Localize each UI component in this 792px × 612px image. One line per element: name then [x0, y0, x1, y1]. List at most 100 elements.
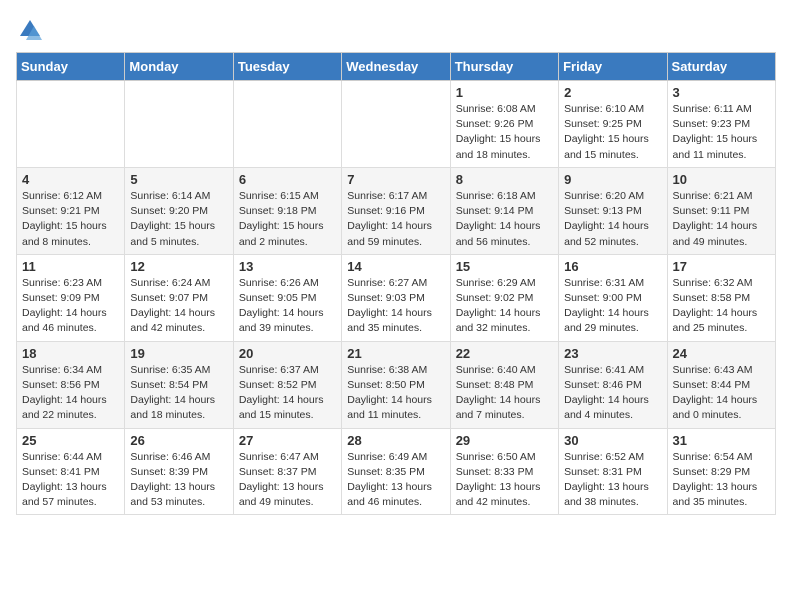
- day-number: 14: [347, 259, 444, 274]
- day-info: Sunrise: 6:17 AM Sunset: 9:16 PM Dayligh…: [347, 189, 444, 250]
- day-cell: 10 Sunrise: 6:21 AM Sunset: 9:11 PM Dayli…: [667, 167, 775, 254]
- day-info: Sunrise: 6:31 AM Sunset: 9:00 PM Dayligh…: [564, 276, 661, 337]
- day-number: 9: [564, 172, 661, 187]
- day-cell: 16 Sunrise: 6:31 AM Sunset: 9:00 PM Dayli…: [559, 254, 667, 341]
- day-number: 27: [239, 433, 336, 448]
- day-number: 2: [564, 85, 661, 100]
- day-number: 16: [564, 259, 661, 274]
- day-number: 7: [347, 172, 444, 187]
- day-cell: 29 Sunrise: 6:50 AM Sunset: 8:33 PM Dayli…: [450, 428, 558, 515]
- header-cell-monday: Monday: [125, 53, 233, 81]
- day-info: Sunrise: 6:49 AM Sunset: 8:35 PM Dayligh…: [347, 450, 444, 511]
- day-cell: 15 Sunrise: 6:29 AM Sunset: 9:02 PM Dayli…: [450, 254, 558, 341]
- week-row-2: 4 Sunrise: 6:12 AM Sunset: 9:21 PM Daylig…: [17, 167, 776, 254]
- day-info: Sunrise: 6:44 AM Sunset: 8:41 PM Dayligh…: [22, 450, 119, 511]
- day-cell: 25 Sunrise: 6:44 AM Sunset: 8:41 PM Dayli…: [17, 428, 125, 515]
- day-info: Sunrise: 6:14 AM Sunset: 9:20 PM Dayligh…: [130, 189, 227, 250]
- day-info: Sunrise: 6:15 AM Sunset: 9:18 PM Dayligh…: [239, 189, 336, 250]
- day-info: Sunrise: 6:08 AM Sunset: 9:26 PM Dayligh…: [456, 102, 553, 163]
- day-number: 18: [22, 346, 119, 361]
- day-info: Sunrise: 6:34 AM Sunset: 8:56 PM Dayligh…: [22, 363, 119, 424]
- day-cell: 26Sunrise: 6:46 AM Sunset: 8:39 PM Dayli…: [125, 428, 233, 515]
- day-info: Sunrise: 6:27 AM Sunset: 9:03 PM Dayligh…: [347, 276, 444, 337]
- week-row-5: 25 Sunrise: 6:44 AM Sunset: 8:41 PM Dayli…: [17, 428, 776, 515]
- day-cell: 23Sunrise: 6:41 AM Sunset: 8:46 PM Dayli…: [559, 341, 667, 428]
- calendar-header: SundayMondayTuesdayWednesdayThursdayFrid…: [17, 53, 776, 81]
- day-info: Sunrise: 6:40 AM Sunset: 8:48 PM Dayligh…: [456, 363, 553, 424]
- day-cell: [233, 81, 341, 168]
- day-number: 21: [347, 346, 444, 361]
- day-cell: 27 Sunrise: 6:47 AM Sunset: 8:37 PM Dayli…: [233, 428, 341, 515]
- day-cell: 28 Sunrise: 6:49 AM Sunset: 8:35 PM Dayli…: [342, 428, 450, 515]
- header-cell-sunday: Sunday: [17, 53, 125, 81]
- day-info: Sunrise: 6:54 AM Sunset: 8:29 PM Dayligh…: [673, 450, 770, 511]
- day-cell: 11Sunrise: 6:23 AM Sunset: 9:09 PM Dayli…: [17, 254, 125, 341]
- day-number: 22: [456, 346, 553, 361]
- day-cell: 31 Sunrise: 6:54 AM Sunset: 8:29 PM Dayli…: [667, 428, 775, 515]
- day-info: Sunrise: 6:35 AM Sunset: 8:54 PM Dayligh…: [130, 363, 227, 424]
- day-cell: 1 Sunrise: 6:08 AM Sunset: 9:26 PM Daylig…: [450, 81, 558, 168]
- day-number: 15: [456, 259, 553, 274]
- day-info: Sunrise: 6:50 AM Sunset: 8:33 PM Dayligh…: [456, 450, 553, 511]
- day-cell: 8 Sunrise: 6:18 AM Sunset: 9:14 PM Daylig…: [450, 167, 558, 254]
- day-number: 30: [564, 433, 661, 448]
- day-cell: 4 Sunrise: 6:12 AM Sunset: 9:21 PM Daylig…: [17, 167, 125, 254]
- day-info: Sunrise: 6:21 AM Sunset: 9:11 PM Dayligh…: [673, 189, 770, 250]
- day-cell: 12 Sunrise: 6:24 AM Sunset: 9:07 PM Dayli…: [125, 254, 233, 341]
- day-info: Sunrise: 6:37 AM Sunset: 8:52 PM Dayligh…: [239, 363, 336, 424]
- day-cell: 13Sunrise: 6:26 AM Sunset: 9:05 PM Dayli…: [233, 254, 341, 341]
- day-number: 8: [456, 172, 553, 187]
- logo: [16, 16, 48, 44]
- day-cell: [342, 81, 450, 168]
- day-info: Sunrise: 6:46 AM Sunset: 8:39 PM Dayligh…: [130, 450, 227, 511]
- day-number: 6: [239, 172, 336, 187]
- day-number: 29: [456, 433, 553, 448]
- day-info: Sunrise: 6:43 AM Sunset: 8:44 PM Dayligh…: [673, 363, 770, 424]
- day-number: 20: [239, 346, 336, 361]
- week-row-3: 11Sunrise: 6:23 AM Sunset: 9:09 PM Dayli…: [17, 254, 776, 341]
- day-cell: 17Sunrise: 6:32 AM Sunset: 8:58 PM Dayli…: [667, 254, 775, 341]
- header-cell-thursday: Thursday: [450, 53, 558, 81]
- day-number: 4: [22, 172, 119, 187]
- day-cell: 20 Sunrise: 6:37 AM Sunset: 8:52 PM Dayli…: [233, 341, 341, 428]
- day-info: Sunrise: 6:23 AM Sunset: 9:09 PM Dayligh…: [22, 276, 119, 337]
- header-row: SundayMondayTuesdayWednesdayThursdayFrid…: [17, 53, 776, 81]
- day-number: 19: [130, 346, 227, 361]
- week-row-1: 1 Sunrise: 6:08 AM Sunset: 9:26 PM Daylig…: [17, 81, 776, 168]
- day-cell: 9 Sunrise: 6:20 AM Sunset: 9:13 PM Daylig…: [559, 167, 667, 254]
- day-number: 13: [239, 259, 336, 274]
- day-cell: 7 Sunrise: 6:17 AM Sunset: 9:16 PM Daylig…: [342, 167, 450, 254]
- calendar-body: 1 Sunrise: 6:08 AM Sunset: 9:26 PM Daylig…: [17, 81, 776, 515]
- day-number: 31: [673, 433, 770, 448]
- day-info: Sunrise: 6:20 AM Sunset: 9:13 PM Dayligh…: [564, 189, 661, 250]
- header-cell-friday: Friday: [559, 53, 667, 81]
- day-cell: 5Sunrise: 6:14 AM Sunset: 9:20 PM Daylig…: [125, 167, 233, 254]
- day-info: Sunrise: 6:10 AM Sunset: 9:25 PM Dayligh…: [564, 102, 661, 163]
- day-cell: 24 Sunrise: 6:43 AM Sunset: 8:44 PM Dayli…: [667, 341, 775, 428]
- calendar-table: SundayMondayTuesdayWednesdayThursdayFrid…: [16, 52, 776, 515]
- day-info: Sunrise: 6:47 AM Sunset: 8:37 PM Dayligh…: [239, 450, 336, 511]
- header-cell-wednesday: Wednesday: [342, 53, 450, 81]
- header-cell-tuesday: Tuesday: [233, 53, 341, 81]
- day-number: 25: [22, 433, 119, 448]
- day-info: Sunrise: 6:12 AM Sunset: 9:21 PM Dayligh…: [22, 189, 119, 250]
- day-info: Sunrise: 6:29 AM Sunset: 9:02 PM Dayligh…: [456, 276, 553, 337]
- day-cell: 22 Sunrise: 6:40 AM Sunset: 8:48 PM Dayli…: [450, 341, 558, 428]
- day-info: Sunrise: 6:24 AM Sunset: 9:07 PM Dayligh…: [130, 276, 227, 337]
- day-cell: 6 Sunrise: 6:15 AM Sunset: 9:18 PM Daylig…: [233, 167, 341, 254]
- logo-icon: [16, 16, 44, 44]
- day-cell: 18 Sunrise: 6:34 AM Sunset: 8:56 PM Dayli…: [17, 341, 125, 428]
- day-number: 12: [130, 259, 227, 274]
- day-info: Sunrise: 6:18 AM Sunset: 9:14 PM Dayligh…: [456, 189, 553, 250]
- day-info: Sunrise: 6:52 AM Sunset: 8:31 PM Dayligh…: [564, 450, 661, 511]
- day-info: Sunrise: 6:32 AM Sunset: 8:58 PM Dayligh…: [673, 276, 770, 337]
- day-number: 10: [673, 172, 770, 187]
- day-number: 28: [347, 433, 444, 448]
- day-cell: 21Sunrise: 6:38 AM Sunset: 8:50 PM Dayli…: [342, 341, 450, 428]
- day-cell: 19 Sunrise: 6:35 AM Sunset: 8:54 PM Dayli…: [125, 341, 233, 428]
- day-cell: [17, 81, 125, 168]
- day-number: 24: [673, 346, 770, 361]
- day-number: 1: [456, 85, 553, 100]
- week-row-4: 18 Sunrise: 6:34 AM Sunset: 8:56 PM Dayli…: [17, 341, 776, 428]
- day-cell: 30 Sunrise: 6:52 AM Sunset: 8:31 PM Dayli…: [559, 428, 667, 515]
